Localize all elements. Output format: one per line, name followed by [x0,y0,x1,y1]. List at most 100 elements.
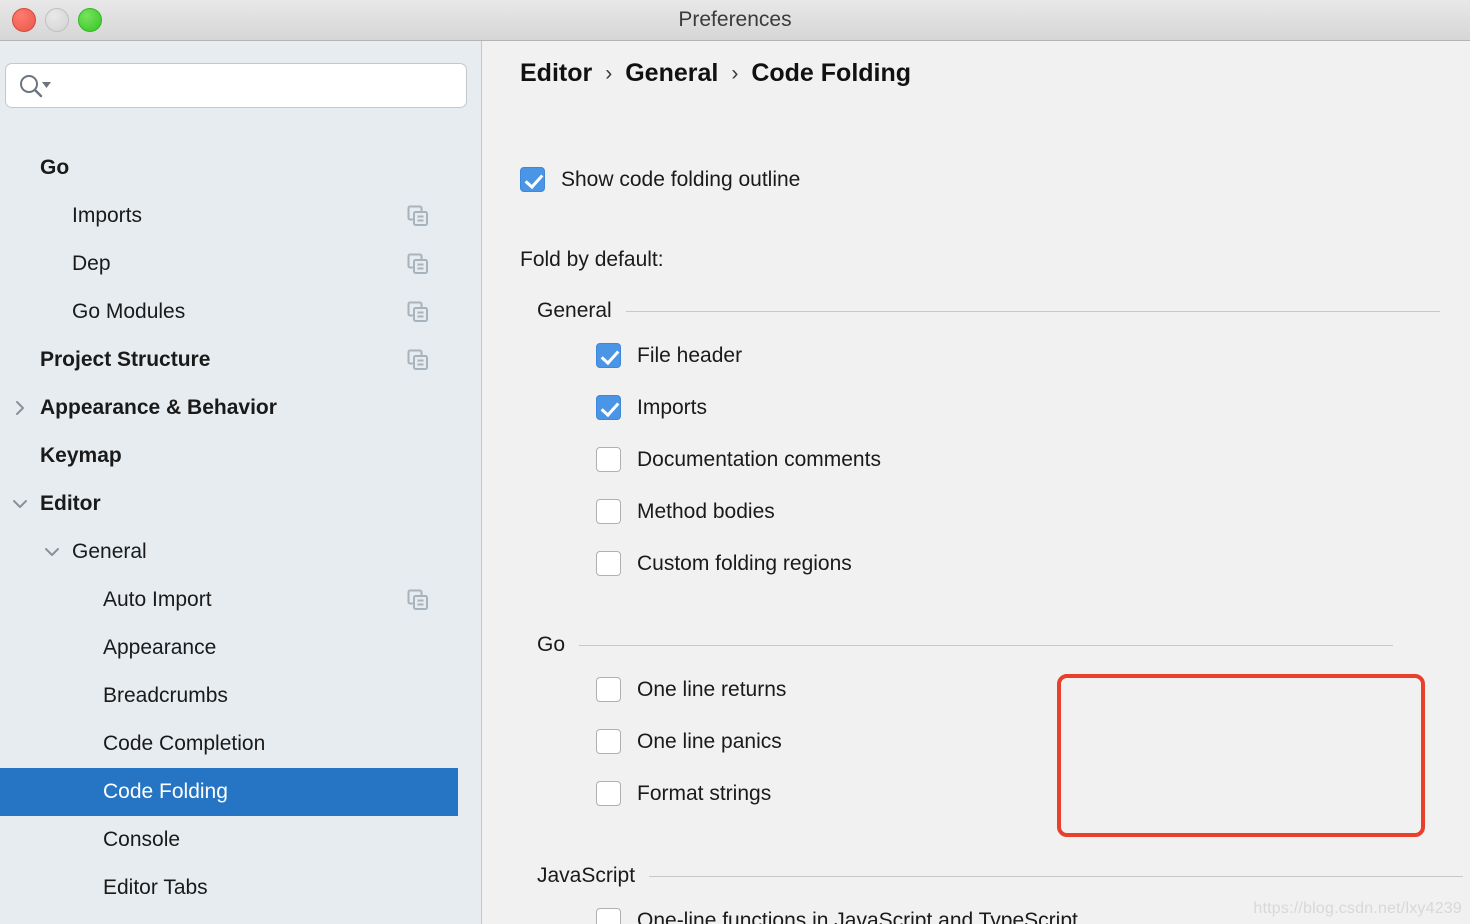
fold-option-label: Format strings [637,781,772,805]
sidebar-item-label: Project Structure [40,348,211,371]
search-icon[interactable] [18,74,52,103]
sidebar-item-label: Dep [72,252,111,275]
show-code-folding-outline-checkbox[interactable] [520,167,545,192]
section-header-general: General [537,299,1440,323]
sidebar-item-imports[interactable]: Imports [0,192,458,240]
checkbox-one-line-returns[interactable] [596,677,621,702]
preferences-window: Preferences Go Imports Dep Go Modules Projec… [0,0,1470,924]
fold-option-one-line-panics[interactable]: One line panics [596,729,782,754]
section-title-text: Go [537,633,566,656]
fold-option-documentation-comments[interactable]: Documentation comments [596,447,881,472]
section-header-go: Go [537,633,1394,657]
sidebar-item-code-folding[interactable]: Code Folding [0,768,458,816]
sidebar-item-label: Breadcrumbs [103,684,228,707]
sidebar-item-project-structure[interactable]: Project Structure [0,336,458,384]
checkbox-documentation-comments[interactable] [596,447,621,472]
sidebar-item-dep[interactable]: Dep [0,240,458,288]
sidebar-item-label: Go [40,156,70,179]
sidebar-item-label: General [72,540,147,563]
fold-option-label: Imports [637,395,708,419]
fold-option-imports[interactable]: Imports [596,395,707,420]
sidebar-item-go[interactable]: Go [0,144,458,192]
section-title-text: General [537,299,612,322]
fold-option-method-bodies[interactable]: Method bodies [596,499,775,524]
breadcrumb-item-code-folding[interactable]: Code Folding [751,59,911,88]
show-code-folding-outline-row[interactable]: Show code folding outline [520,167,800,192]
checkbox-format-strings[interactable] [596,781,621,806]
fold-option-label: Custom folding regions [637,551,852,575]
fold-option-one-line-returns[interactable]: One line returns [596,677,786,702]
sidebar-item-editor-tabs[interactable]: Editor Tabs [0,864,458,912]
checkbox-custom-folding-regions[interactable] [596,551,621,576]
fold-option-format-strings[interactable]: Format strings [596,781,771,806]
sidebar-item-appearance[interactable]: Appearance [0,624,458,672]
fold-option-file-header[interactable]: File header [596,343,742,368]
chevron-down-icon[interactable] [8,492,32,516]
checkbox-one-line-functions-in-javascript-and-typescript[interactable] [596,908,621,924]
sidebar-item-label: Appearance [103,636,217,659]
copy-settings-icon[interactable] [407,589,429,617]
settings-sidebar: Go Imports Dep Go Modules Project Structure A… [0,41,482,924]
copy-settings-icon[interactable] [407,205,429,233]
breadcrumb-item-general[interactable]: General [625,59,718,88]
sidebar-item-label: Console [103,828,181,851]
sidebar-item-auto-import[interactable]: Auto Import [0,576,458,624]
window-titlebar: Preferences [0,0,1470,41]
sidebar-item-breadcrumbs[interactable]: Breadcrumbs [0,672,458,720]
window-title: Preferences [678,8,792,31]
breadcrumb-item-editor[interactable]: Editor [520,59,592,88]
sidebar-item-code-completion[interactable]: Code Completion [0,720,458,768]
fold-option-label: One line panics [637,729,782,753]
section-header-javascript: JavaScript [537,864,1464,888]
copy-settings-icon[interactable] [407,349,429,377]
sidebar-item-label: Appearance & Behavior [40,396,277,419]
breadcrumb: Editor › General › Code Folding [520,59,911,88]
sidebar-item-go-modules[interactable]: Go Modules [0,288,458,336]
sidebar-item-label: Editor [40,492,101,515]
breadcrumb-separator: › [731,61,739,85]
sidebar-item-label: Keymap [40,444,122,467]
sidebar-item-keymap[interactable]: Keymap [0,432,458,480]
show-code-folding-outline-label: Show code folding outline [561,167,801,191]
fold-option-label: Documentation comments [637,447,881,471]
sidebar-item-gutter-icons[interactable]: Gutter Icons [0,912,458,924]
section-divider [649,875,1464,877]
fold-option-label: One line returns [637,677,787,701]
checkbox-method-bodies[interactable] [596,499,621,524]
watermark: https://blog.csdn.net/lxy4239 [1253,900,1462,917]
sidebar-scrollbar-track[interactable] [464,41,480,924]
section-divider [579,644,1394,646]
sidebar-item-label: Code Completion [103,732,266,755]
copy-settings-icon[interactable] [407,301,429,329]
section-title-text: JavaScript [537,864,636,887]
annotation-highlight-box [1057,674,1425,837]
sidebar-item-label: Imports [72,204,143,227]
search-field-wrapper [5,63,467,108]
fold-option-label: Method bodies [637,499,775,523]
search-input[interactable] [58,64,458,107]
chevron-right-icon[interactable] [8,396,32,420]
sidebar-item-console[interactable]: Console [0,816,458,864]
settings-tree: Go Imports Dep Go Modules Project Structure A… [0,126,481,924]
sidebar-item-appearance-behavior[interactable]: Appearance & Behavior [0,384,458,432]
sidebar-item-label: Code Folding [103,780,228,803]
settings-content-pane: Editor › General › Code Folding Show code fo… [489,41,1470,924]
fold-option-custom-folding-regions[interactable]: Custom folding regions [596,551,852,576]
sidebar-item-label: Go Modules [72,300,186,323]
fold-by-default-label: Fold by default: [520,248,664,271]
chevron-down-icon[interactable] [40,540,64,564]
section-divider [625,310,1440,312]
sidebar-item-label: Auto Import [103,588,212,611]
fold-option-label: One-line functions in JavaScript and Typ… [637,908,1078,924]
checkbox-imports[interactable] [596,395,621,420]
fold-option-one-line-functions-in-javascript-and-typescript[interactable]: One-line functions in JavaScript and Typ… [596,908,1078,924]
checkbox-one-line-panics[interactable] [596,729,621,754]
checkbox-file-header[interactable] [596,343,621,368]
sidebar-item-editor[interactable]: Editor [0,480,458,528]
breadcrumb-separator: › [605,61,613,85]
search-box[interactable] [5,63,467,108]
copy-settings-icon[interactable] [407,253,429,281]
sidebar-item-label: Editor Tabs [103,876,208,899]
fold-option-label: File header [637,343,743,367]
sidebar-item-general[interactable]: General [0,528,458,576]
